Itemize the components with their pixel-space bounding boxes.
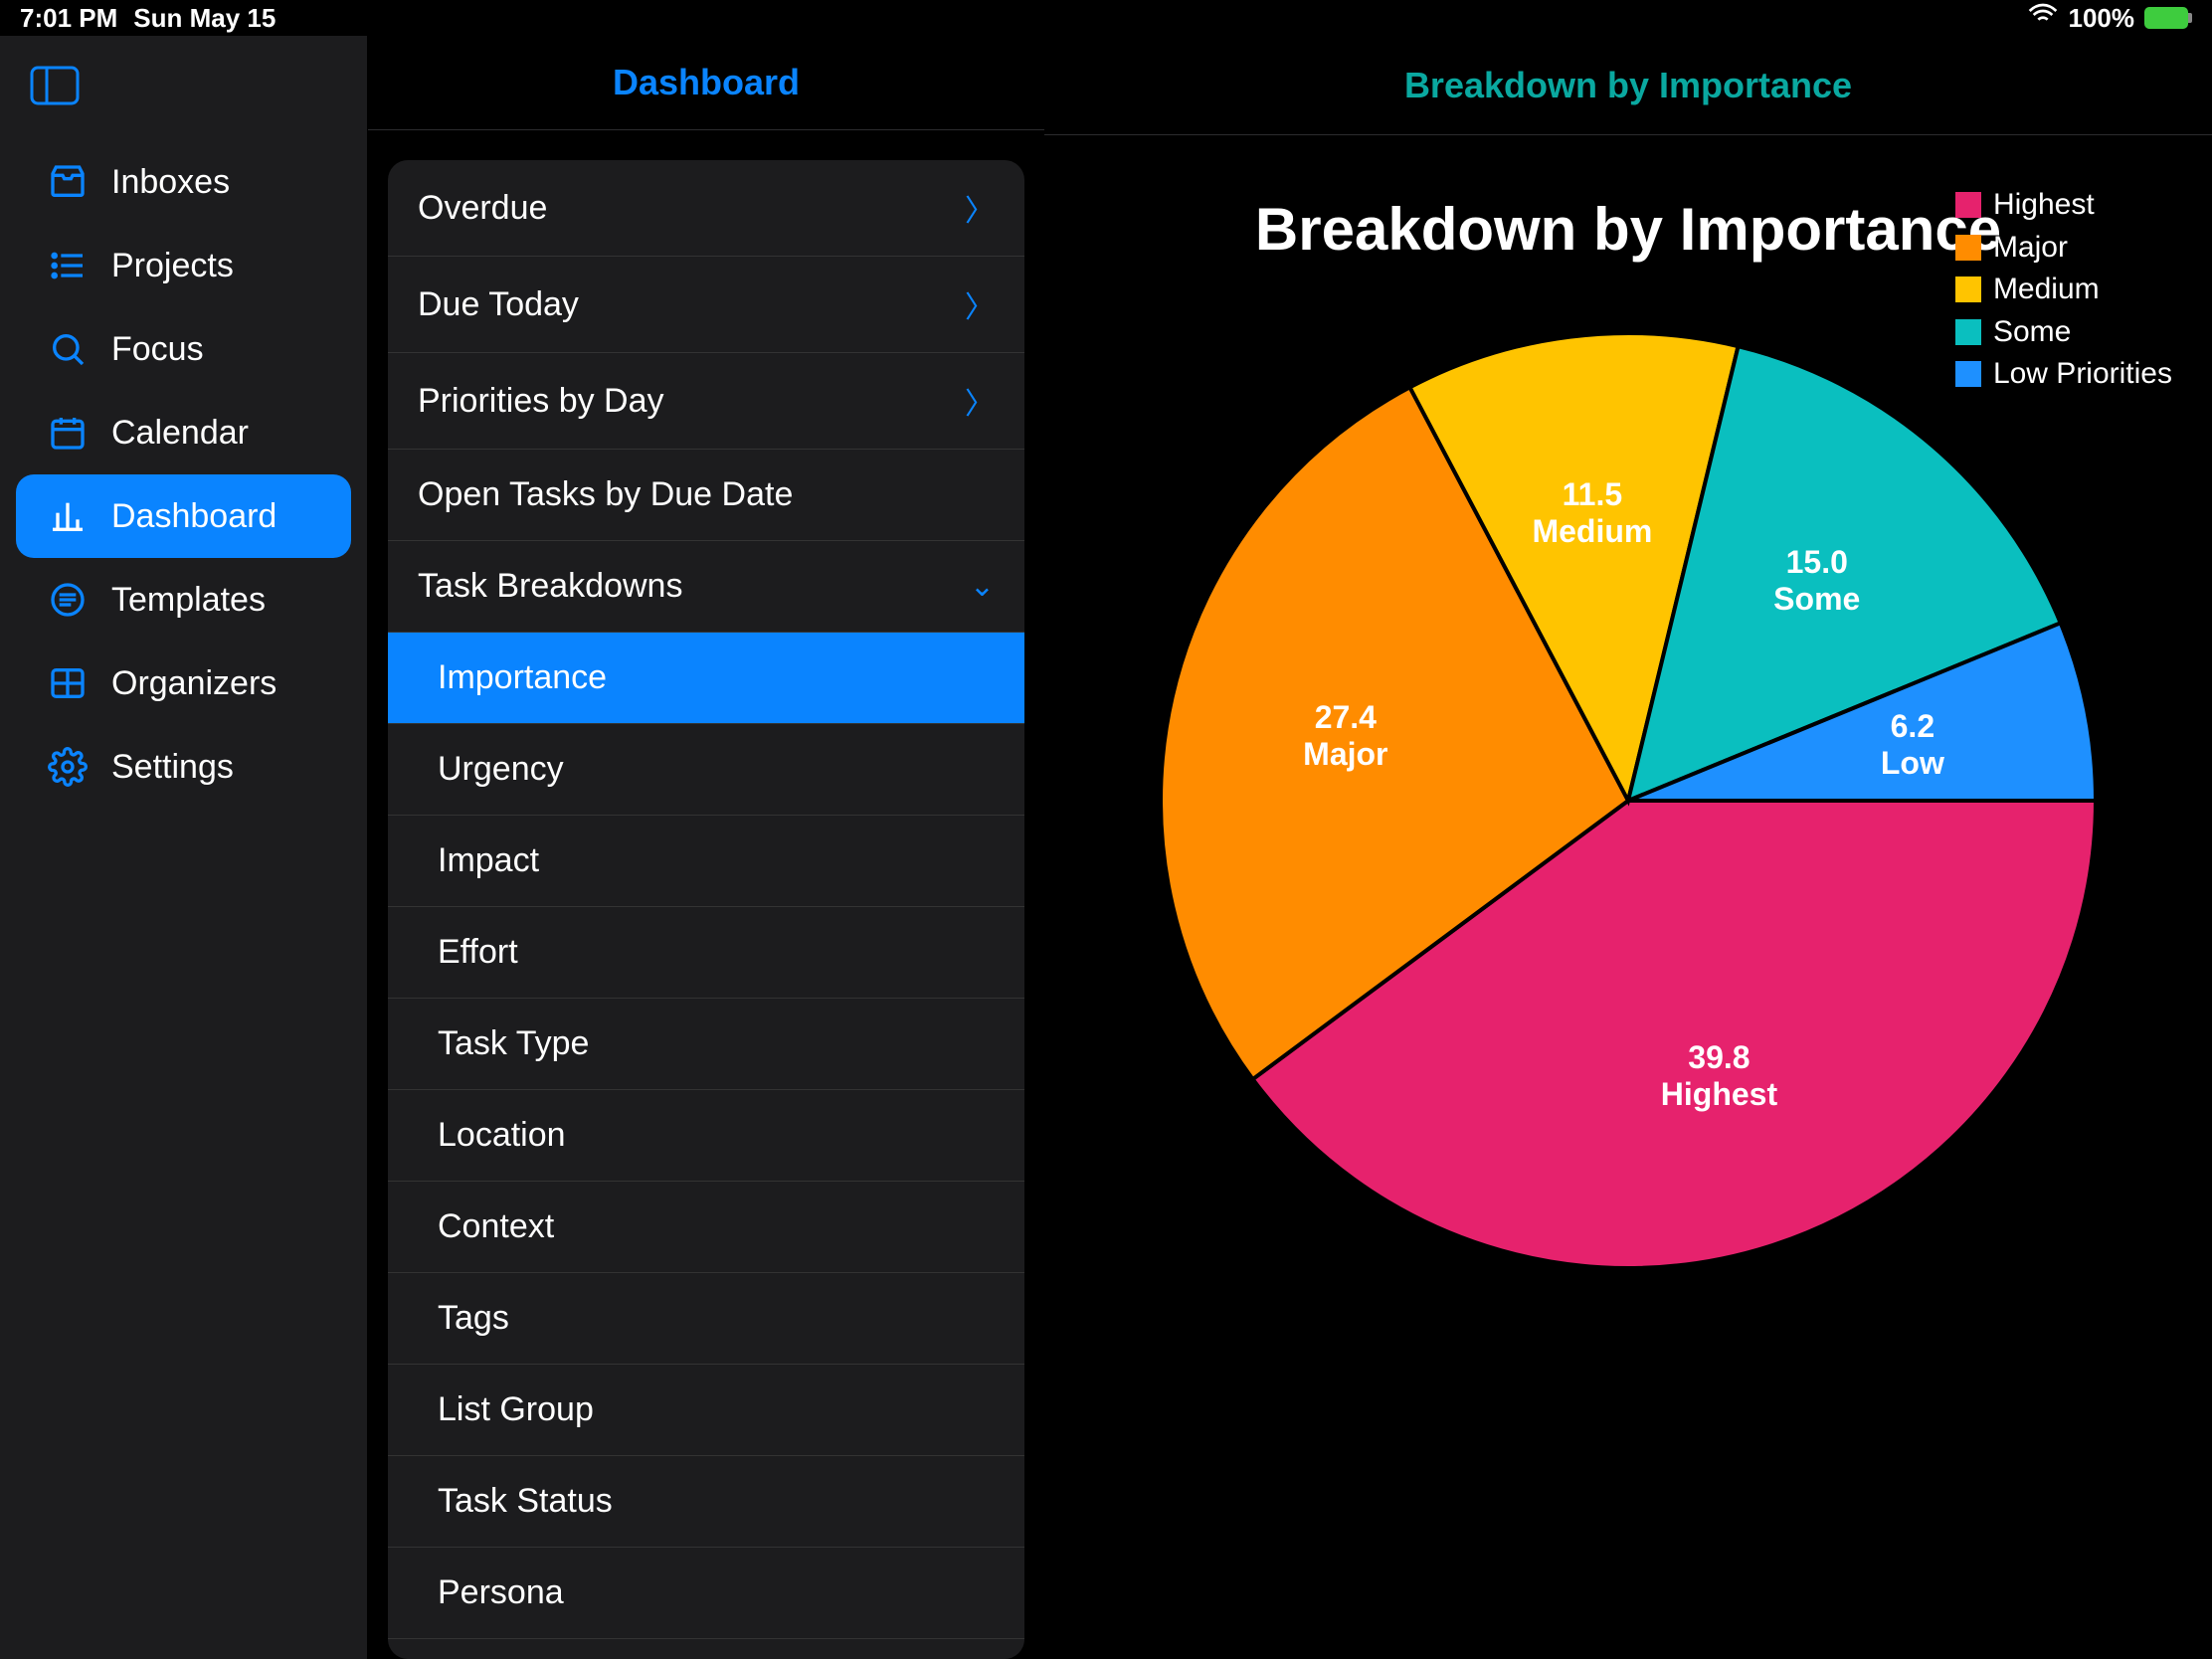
menu-row-task-type[interactable]: Task Type (388, 999, 1024, 1090)
menu-row-label: Urgency (438, 750, 564, 789)
legend-item-highest: Highest (1955, 185, 2172, 226)
inbox-icon (46, 162, 90, 202)
sidebar-item-projects[interactable]: Projects (16, 224, 351, 307)
menu-row-task-status[interactable]: Task Status (388, 1456, 1024, 1548)
battery-icon (2144, 7, 2192, 29)
sidebar-item-label: Projects (111, 247, 234, 285)
menu-row-effort[interactable]: Effort (388, 907, 1024, 999)
legend-swatch (1955, 192, 1981, 218)
dashboard-panel: Dashboard Overdue〉Due Today〉Priorities b… (368, 36, 1044, 1659)
detail-header: Breakdown by Importance (1044, 36, 2212, 135)
list-icon (46, 246, 90, 285)
sidebar-item-focus[interactable]: Focus (16, 307, 351, 391)
search-icon (46, 329, 90, 369)
chevron-right-icon: 〉 (965, 379, 995, 423)
chevron-right-icon: 〉 (965, 282, 995, 326)
sidebar-item-inboxes[interactable]: Inboxes (16, 140, 351, 224)
legend-label: Medium (1993, 270, 2100, 310)
chevron-right-icon: 〉 (965, 186, 995, 230)
status-bar: 7:01 PM Sun May 15 100% (0, 0, 2212, 36)
menu-row-label: Due Today (418, 285, 579, 324)
menu-row-context[interactable]: Context (388, 1182, 1024, 1273)
menu-row-importance[interactable]: Importance (388, 633, 1024, 724)
menu-row-label: Importance (438, 658, 607, 697)
menu-row-label: Task Breakdowns (418, 567, 682, 606)
menu-row-label: Location (438, 1116, 566, 1155)
legend-item-major: Major (1955, 228, 2172, 269)
template-icon (46, 580, 90, 620)
menu-row-label: Tags (438, 1299, 509, 1338)
menu-row-completed-tasks[interactable]: Completed Tasks〉 (388, 1639, 1024, 1659)
menu-row-open-tasks-by-due-date[interactable]: Open Tasks by Due Date (388, 450, 1024, 541)
chart-icon (46, 496, 90, 536)
menu-row-label: Impact (438, 841, 539, 880)
grid-icon (46, 663, 90, 703)
sidebar-item-templates[interactable]: Templates (16, 558, 351, 642)
menu-row-location[interactable]: Location (388, 1090, 1024, 1182)
status-date: Sun May 15 (133, 3, 276, 34)
sidebar-item-label: Organizers (111, 664, 276, 703)
chevron-down-icon: ⌄ (970, 569, 995, 604)
sidebar-item-settings[interactable]: Settings (16, 725, 351, 809)
menu-row-due-today[interactable]: Due Today 〉 (388, 257, 1024, 353)
detail-panel: Breakdown by Importance HighestMajorMedi… (1044, 36, 2212, 1659)
sidebar-item-label: Settings (111, 748, 234, 787)
menu-row-urgency[interactable]: Urgency (388, 724, 1024, 816)
status-time: 7:01 PM (20, 3, 117, 34)
pie-chart: 39.8Highest 27.4Major 11.5Medium 15.0Some 6.… (1151, 323, 2106, 1278)
slice-label-some: 15.0Some (1773, 544, 1860, 618)
menu-row-impact[interactable]: Impact (388, 816, 1024, 907)
dashboard-menu: Overdue 〉 Due Today 〉 Priorities by Day 〉 Open… (388, 160, 1024, 1659)
slice-label-low: 6.2Low (1881, 708, 1944, 782)
wifi-icon (2027, 0, 2059, 38)
menu-row-label: Effort (438, 933, 518, 972)
menu-row-priorities-by-day[interactable]: Priorities by Day 〉 (388, 353, 1024, 450)
sidebar-item-label: Focus (111, 330, 204, 369)
menu-row-label: Priorities by Day (418, 382, 664, 421)
menu-row-label: List Group (438, 1390, 594, 1429)
menu-row-task-breakdowns[interactable]: Task Breakdowns ⌄ (388, 541, 1024, 633)
gear-icon (46, 747, 90, 787)
menu-row-label: Task Type (438, 1024, 589, 1063)
sidebar-item-calendar[interactable]: Calendar (16, 391, 351, 474)
legend-label: Highest (1993, 185, 2095, 226)
menu-row-label: Overdue (418, 189, 547, 228)
sidebar-item-organizers[interactable]: Organizers (16, 642, 351, 725)
menu-row-tags[interactable]: Tags (388, 1273, 1024, 1365)
menu-row-overdue[interactable]: Overdue 〉 (388, 160, 1024, 257)
sidebar-item-label: Dashboard (111, 497, 276, 536)
sidebar-item-dashboard[interactable]: Dashboard (16, 474, 351, 558)
legend-item-medium: Medium (1955, 270, 2172, 310)
dashboard-header: Dashboard (368, 36, 1044, 130)
legend-swatch (1955, 276, 1981, 302)
menu-row-label: Open Tasks by Due Date (418, 475, 793, 514)
sidebar-toggle-button[interactable] (0, 56, 367, 140)
sidebar-item-label: Calendar (111, 414, 249, 453)
detail-header-title: Breakdown by Importance (1404, 65, 1852, 106)
sidebar: Inboxes Projects Focus Calendar Dashboard Tem… (0, 36, 368, 1659)
legend-label: Major (1993, 228, 2068, 269)
menu-row-label: Task Status (438, 1482, 613, 1521)
battery-percent: 100% (2069, 3, 2135, 34)
slice-label-medium: 11.5Medium (1532, 476, 1652, 550)
dashboard-title: Dashboard (613, 62, 800, 103)
legend-swatch (1955, 235, 1981, 261)
menu-row-list-group[interactable]: List Group (388, 1365, 1024, 1456)
calendar-icon (46, 413, 90, 453)
menu-row-persona[interactable]: Persona (388, 1548, 1024, 1639)
menu-row-label: Context (438, 1207, 554, 1246)
menu-row-label: Persona (438, 1573, 564, 1612)
slice-label-major: 27.4Major (1303, 699, 1387, 773)
sidebar-item-label: Templates (111, 581, 266, 620)
sidebar-item-label: Inboxes (111, 163, 230, 202)
slice-label-highest: 39.8Highest (1661, 1039, 1777, 1113)
